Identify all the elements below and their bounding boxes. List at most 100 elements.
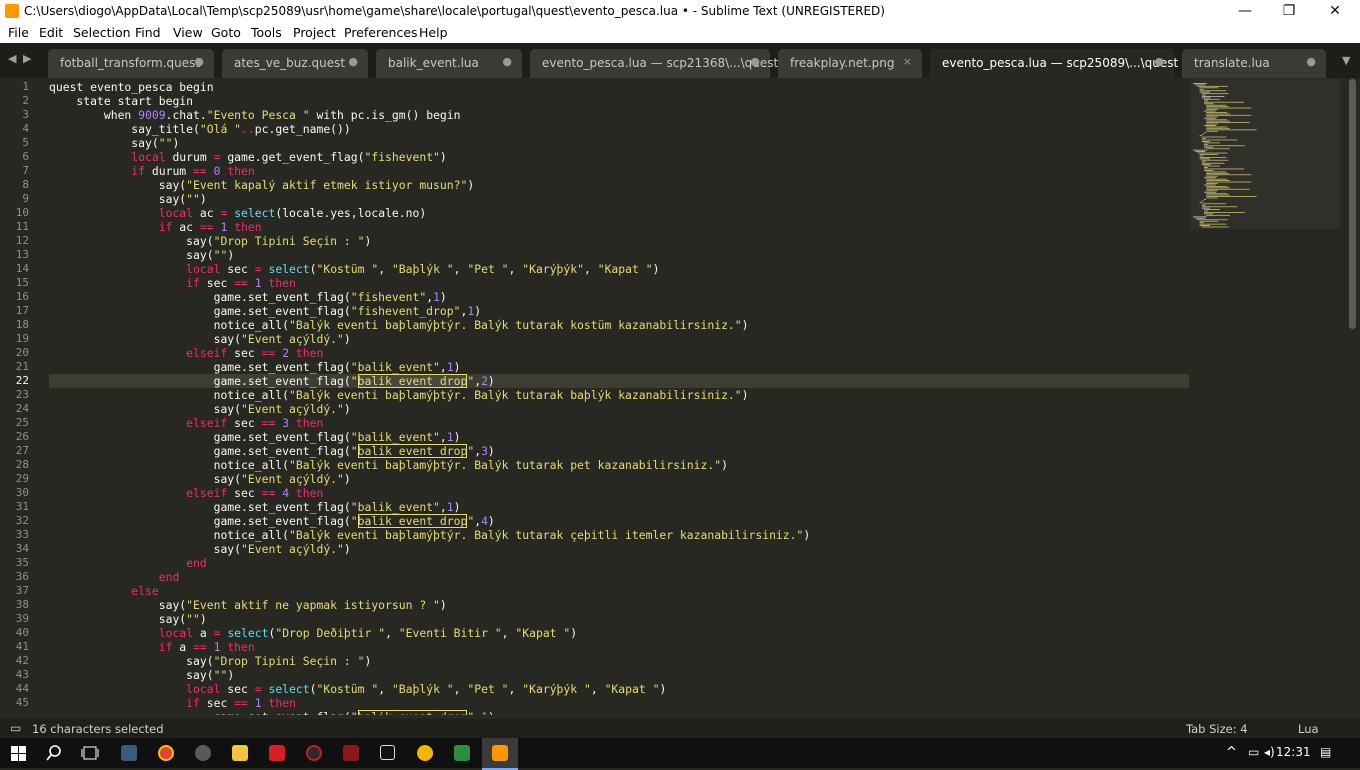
- code-line[interactable]: say("Drop Tipini Seçin : "): [49, 654, 371, 668]
- code-line[interactable]: say("Event aktif ne yapmak istiyorsun ? …: [49, 598, 447, 612]
- clock[interactable]: 12:31: [1276, 745, 1311, 759]
- notifications-icon[interactable]: ▤: [1320, 745, 1331, 759]
- code-line[interactable]: game.set_event_flag("balik_event",1): [49, 430, 461, 444]
- tray-chevron-icon[interactable]: ^: [1226, 745, 1237, 760]
- scrollbar-thumb[interactable]: [1349, 79, 1356, 329]
- code-line[interactable]: end: [49, 556, 207, 570]
- syntax-indicator[interactable]: Lua: [1298, 722, 1319, 736]
- code-line[interactable]: notice_all("Balýk eventi baþlamýþtýr. Ba…: [49, 528, 811, 542]
- maximize-button[interactable]: ❐: [1266, 0, 1312, 23]
- sublime-active-taskbar-button[interactable]: [482, 738, 518, 770]
- code-line[interactable]: say("Event kapalý aktif etmek istiyor mu…: [49, 178, 474, 192]
- menu-goto[interactable]: Goto: [211, 25, 241, 40]
- code-line[interactable]: game.set_event_flag("balik_event",1): [49, 500, 461, 514]
- code-line[interactable]: else: [49, 584, 158, 598]
- tab-translate[interactable]: translate.lua ●: [1182, 49, 1326, 78]
- code-line[interactable]: say("Drop Tipini Seçin : "): [49, 234, 371, 248]
- code-line[interactable]: say(""): [49, 248, 234, 262]
- code-line[interactable]: quest evento_pesca begin: [49, 80, 214, 94]
- app-red-icon[interactable]: [269, 745, 285, 761]
- code-line[interactable]: game.set_event_flag("balik_event_drop",3…: [49, 444, 495, 458]
- unsaved-dot-icon[interactable]: ●: [348, 55, 358, 68]
- network-icon[interactable]: ▭: [1248, 745, 1259, 759]
- tab-balik-event[interactable]: balik_event.lua ●: [376, 49, 522, 78]
- tab-freakplay-png[interactable]: freakplay.net.png ×: [778, 49, 922, 78]
- app-network-icon[interactable]: [454, 745, 470, 761]
- tab-fotball-transform[interactable]: fotball_transform.quest ●: [48, 49, 214, 78]
- menu-preferences[interactable]: Preferences: [344, 25, 418, 40]
- panel-toggle-icon[interactable]: ▭: [10, 721, 21, 735]
- code-line[interactable]: say(""): [49, 612, 207, 626]
- code-line[interactable]: say("Event açýldý."): [49, 402, 351, 416]
- menu-edit[interactable]: Edit: [39, 25, 63, 40]
- menu-view[interactable]: View: [173, 25, 203, 40]
- code-line[interactable]: say(""): [49, 192, 207, 206]
- menu-project[interactable]: Project: [293, 25, 336, 40]
- code-line[interactable]: game.set_event_flag("fishevent",1): [49, 290, 447, 304]
- code-line[interactable]: if ac == 1 then: [49, 220, 262, 234]
- code-line[interactable]: game.set_event_flag("fishevent_drop",1): [49, 304, 481, 318]
- code-line[interactable]: say("Event açýldý."): [49, 472, 351, 486]
- unsaved-dot-icon[interactable]: ●: [1154, 55, 1164, 68]
- tab-size-indicator[interactable]: Tab Size: 4: [1186, 722, 1248, 736]
- app-crossed-icon[interactable]: [306, 745, 322, 761]
- code-line[interactable]: local a = select("Drop Deðiþtir ", "Even…: [49, 626, 577, 640]
- unsaved-dot-icon[interactable]: ●: [1306, 55, 1316, 68]
- code-line[interactable]: say(""): [49, 668, 234, 682]
- unsaved-dot-icon[interactable]: ●: [194, 55, 204, 68]
- tab-evento-pesca-scp21368[interactable]: evento_pesca.lua — scp21368\...\quest ●: [530, 49, 778, 78]
- menu-tools[interactable]: Tools: [251, 25, 282, 40]
- code-line[interactable]: game.set_event_flag("balik_event_drop",1…: [49, 710, 495, 715]
- tab-evento-pesca-scp25089[interactable]: evento_pesca.lua — scp25089\...\quest ●: [930, 49, 1178, 78]
- code-line[interactable]: elseif sec == 3 then: [49, 416, 323, 430]
- code-line[interactable]: when 9009.chat."Evento Pesca " with pc.i…: [49, 108, 461, 122]
- code-line[interactable]: game.set_event_flag("balik_event_drop",4…: [49, 514, 495, 528]
- vertical-scrollbar[interactable]: [1346, 79, 1360, 715]
- code-line[interactable]: say("Event açýldý."): [49, 542, 351, 556]
- menu-help[interactable]: Help: [419, 25, 448, 40]
- chrome-icon[interactable]: [158, 745, 174, 761]
- sublime-taskbar-icon[interactable]: [121, 745, 137, 761]
- task-view-icon[interactable]: [81, 746, 99, 761]
- code-line[interactable]: notice_all("Balýk eventi baþlamýþtýr. Ba…: [49, 318, 749, 332]
- code-line[interactable]: local sec = select("Kostüm ", "Baþlýk ",…: [49, 682, 666, 696]
- file-explorer-icon[interactable]: [232, 745, 248, 761]
- code-line[interactable]: local durum = game.get_event_flag("fishe…: [49, 150, 446, 164]
- menu-find[interactable]: Find: [135, 25, 161, 40]
- menu-selection[interactable]: Selection: [73, 25, 131, 40]
- code-line[interactable]: notice_all("Balýk eventi baþlamýþtýr. Ba…: [49, 388, 749, 402]
- unsaved-dot-icon[interactable]: ●: [502, 55, 512, 68]
- code-line[interactable]: elseif sec == 4 then: [49, 486, 323, 500]
- code-line[interactable]: say(""): [49, 136, 179, 150]
- app-dark-red-icon[interactable]: [343, 745, 359, 761]
- folder-yellow-icon[interactable]: [417, 745, 433, 761]
- code-line[interactable]: say_title("Olá "..pc.get_name()): [49, 122, 350, 136]
- minimap[interactable]: [1190, 79, 1340, 715]
- code-line[interactable]: end: [49, 570, 180, 584]
- nav-forward-icon[interactable]: ▶: [23, 52, 31, 65]
- volume-icon[interactable]: ◂): [1264, 745, 1275, 759]
- code-line[interactable]: local sec = select("Kostüm ", "Baþlýk ",…: [49, 262, 659, 276]
- code-line[interactable]: local ac = select(locale.yes,locale.no): [49, 206, 426, 220]
- minimize-button[interactable]: —: [1222, 0, 1268, 23]
- code-line[interactable]: if durum == 0 then: [49, 164, 254, 178]
- steam-icon[interactable]: [195, 745, 211, 761]
- code-editor[interactable]: quest evento_pesca begin state start beg…: [49, 79, 1189, 715]
- code-line[interactable]: say("Event açýldý."): [49, 332, 351, 346]
- code-line[interactable]: notice_all("Balýk eventi baþlamýþtýr. Ba…: [49, 458, 728, 472]
- code-line[interactable]: game.set_event_flag("balik_event_drop",2…: [49, 374, 495, 388]
- close-button[interactable]: ✕: [1312, 0, 1358, 23]
- windows-start-icon[interactable]: [11, 746, 26, 761]
- code-line[interactable]: elseif sec == 2 then: [49, 346, 323, 360]
- code-line[interactable]: game.set_event_flag("balik_event",1): [49, 360, 461, 374]
- code-line[interactable]: if sec == 1 then: [49, 276, 296, 290]
- nav-back-icon[interactable]: ◀: [8, 52, 16, 65]
- tabs-menu-icon[interactable]: ▼: [1342, 54, 1350, 67]
- code-line[interactable]: state start begin: [49, 94, 193, 108]
- menu-file[interactable]: File: [8, 25, 29, 40]
- close-tab-icon[interactable]: ×: [903, 55, 912, 68]
- code-line[interactable]: if a == 1 then: [49, 640, 255, 654]
- unsaved-dot-icon[interactable]: ●: [750, 55, 760, 68]
- 3d-box-icon[interactable]: [380, 745, 395, 760]
- tab-ates-ve-buz[interactable]: ates_ve_buz.quest ●: [222, 49, 368, 78]
